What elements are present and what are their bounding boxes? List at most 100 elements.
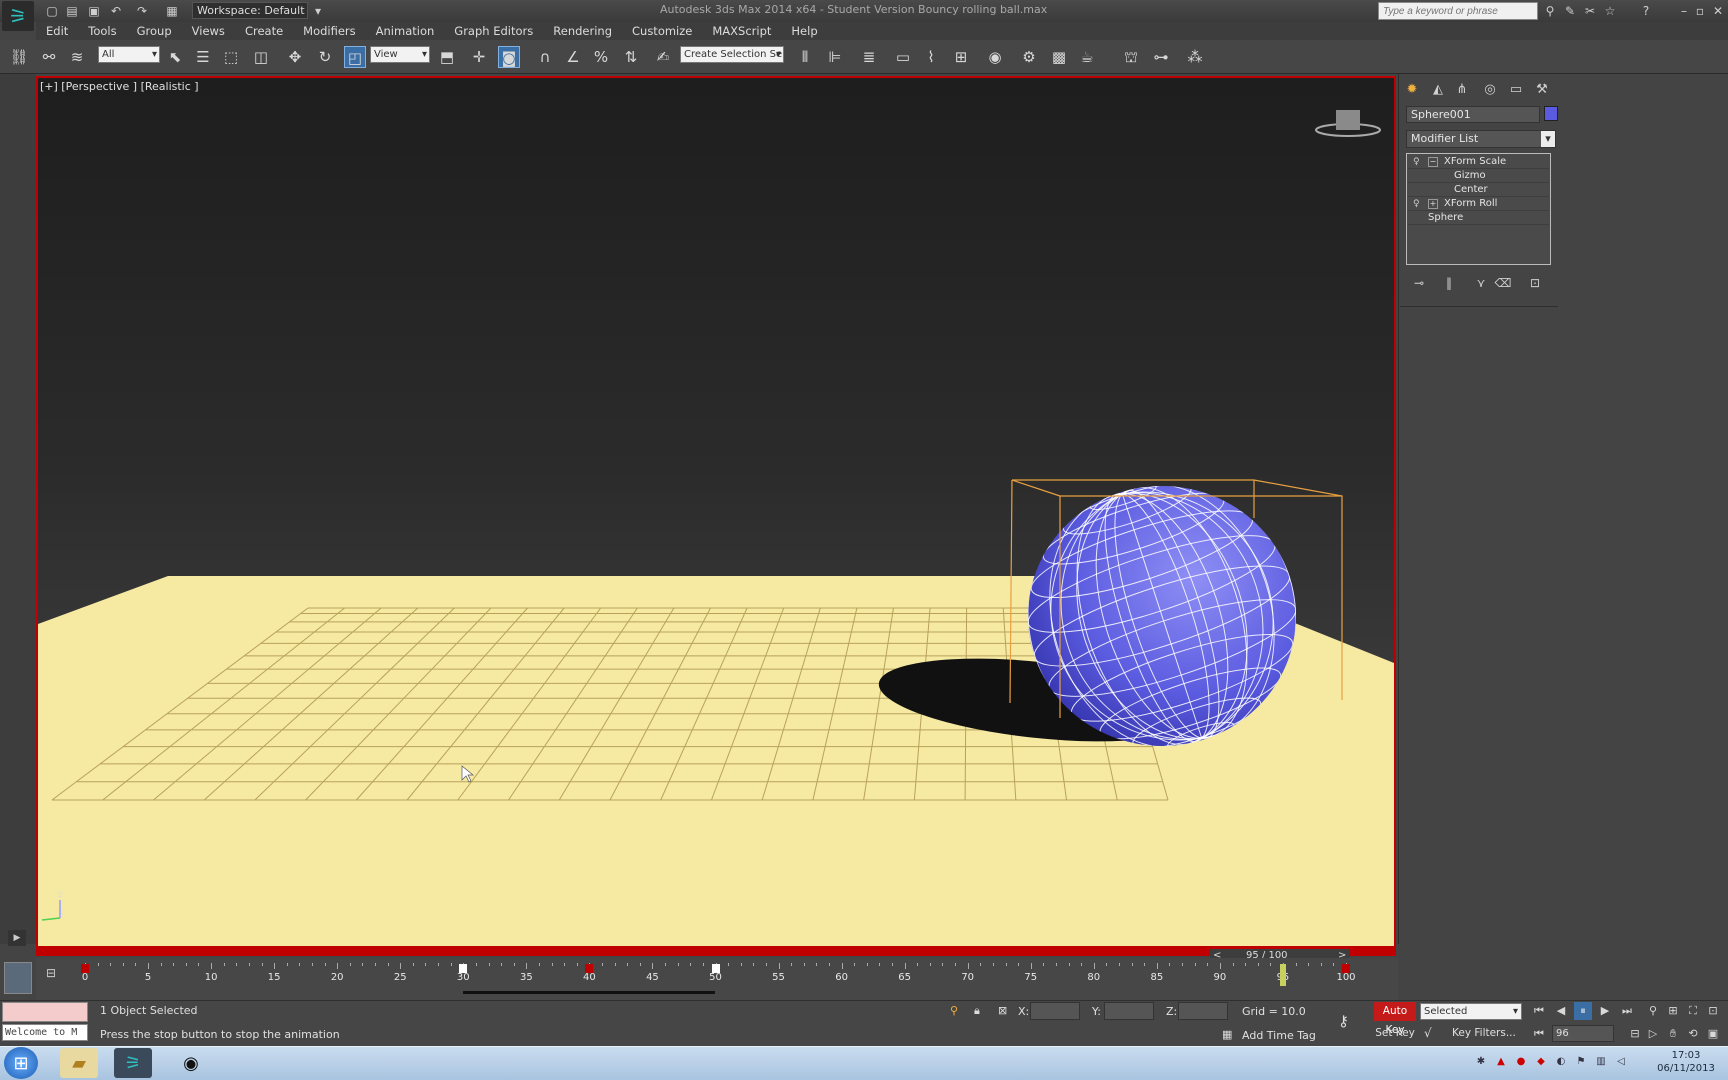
explorer-task-icon[interactable]: ▰ — [60, 1048, 98, 1078]
rendered-frame-window-icon[interactable]: ▩ — [1048, 46, 1070, 68]
modify-tab-icon[interactable]: ◭ — [1428, 80, 1448, 100]
curve-editor-icon[interactable]: ⌇ — [920, 46, 942, 68]
project-folder-icon[interactable]: ▦ — [164, 3, 180, 19]
pin-stack-icon[interactable]: ⊸ — [1410, 275, 1428, 291]
remove-modifier-icon[interactable]: ⌫ — [1494, 275, 1512, 291]
spinner-snap-icon[interactable]: ⇅ — [620, 46, 642, 68]
3dsmax-task-icon[interactable]: ⚞ — [114, 1048, 152, 1078]
chevron-down-icon[interactable]: ▾ — [310, 3, 326, 19]
redo-icon[interactable]: ↷ — [134, 3, 150, 19]
menu-group[interactable]: Group — [127, 22, 182, 40]
open-file-icon[interactable]: ▤ — [64, 3, 80, 19]
hierarchy-tab-icon[interactable]: ⋔ — [1452, 80, 1472, 100]
scene-explorer-icon[interactable]: ⛫ — [1120, 46, 1142, 68]
animation-key[interactable] — [1342, 964, 1350, 973]
auto-key-button[interactable]: Auto Key — [1374, 1002, 1416, 1036]
menu-customize[interactable]: Customize — [622, 22, 702, 40]
align-icon[interactable]: ⊫ — [824, 46, 846, 68]
set-keys-icon[interactable]: ⚷ — [1338, 1012, 1349, 1030]
current-frame-field[interactable]: 96 — [1552, 1025, 1614, 1042]
menu-animation[interactable]: Animation — [366, 22, 445, 40]
render-production-icon[interactable]: ☕ — [1076, 46, 1098, 68]
app-logo-icon[interactable]: ⚞ — [2, 1, 34, 31]
select-manipulate-icon[interactable]: ✛ — [468, 46, 490, 68]
object-name-field[interactable]: Sphere001 — [1406, 106, 1540, 123]
zoom-extents-all-icon[interactable]: ⊡ — [1704, 1002, 1722, 1020]
key-selection-range[interactable] — [463, 991, 716, 994]
selection-filter-dropdown[interactable]: All — [98, 46, 160, 63]
save-icon[interactable]: ▣ — [86, 3, 102, 19]
modifier-list-dropdown[interactable]: Modifier List — [1406, 130, 1556, 148]
viewcube-icon[interactable] — [1315, 110, 1381, 137]
snaps-toggle-icon[interactable]: ∩ — [534, 46, 556, 68]
open-curve-editor-icon[interactable]: ⊟ — [46, 966, 56, 980]
y-coordinate-field[interactable] — [1104, 1002, 1154, 1020]
x-coordinate-field[interactable] — [1030, 1002, 1080, 1020]
ribbon-toggle-icon[interactable]: ⊶ — [1150, 46, 1172, 68]
binoculars-icon[interactable]: ⚲ — [1542, 3, 1558, 19]
graphite-ribbon-icon[interactable]: ▭ — [892, 46, 914, 68]
help-icon[interactable]: ? — [1638, 3, 1654, 19]
menu-edit[interactable]: Edit — [36, 22, 78, 40]
next-frame-button-icon[interactable]: ▶ — [1596, 1002, 1614, 1020]
workspace-dropdown[interactable]: Workspace: Default — [192, 2, 308, 19]
key-filter-selection-dropdown[interactable]: Selected — [1420, 1003, 1522, 1020]
expand-minus-icon[interactable]: − — [1428, 157, 1438, 167]
go-to-end-icon[interactable]: ⏭ — [1618, 1002, 1636, 1020]
tray-acrobat-icon[interactable]: ▲ — [1494, 1055, 1508, 1069]
named-selection-set-dropdown[interactable]: Create Selection Se — [680, 46, 784, 63]
schematic-view-icon[interactable]: ⊞ — [950, 46, 972, 68]
zoom-icon[interactable]: ⚲ — [1644, 1002, 1662, 1020]
play-preview-icon[interactable]: ▶ — [8, 930, 26, 946]
light-bulb-icon[interactable]: ♀ — [1413, 155, 1423, 169]
key-filters-button[interactable]: Key Filters... — [1452, 1027, 1516, 1039]
field-of-view-icon[interactable]: ▷ — [1644, 1025, 1662, 1043]
maxscript-listener-output[interactable]: Welcome to M — [2, 1024, 88, 1041]
link-icon[interactable]: ⛓ — [8, 46, 30, 68]
go-to-start-icon[interactable]: ⏮ — [1530, 1002, 1548, 1020]
restore-icon[interactable]: ▫ — [1692, 3, 1708, 19]
move-icon[interactable]: ✥ — [284, 46, 306, 68]
keyboard-shortcut-override-icon[interactable]: ◙ — [498, 46, 520, 68]
maxscript-listener-input[interactable] — [2, 1002, 88, 1022]
window-crossing-icon[interactable]: ◫ — [250, 46, 272, 68]
stack-item-center[interactable]: Center — [1408, 183, 1549, 197]
previous-frame-icon[interactable]: ◀ — [1552, 1002, 1570, 1020]
select-by-name-icon[interactable]: ☰ — [192, 46, 214, 68]
configure-modifier-sets-icon[interactable]: ⊡ — [1526, 275, 1544, 291]
bind-space-warp-icon[interactable]: ≋ — [66, 46, 88, 68]
z-coordinate-field[interactable] — [1178, 1002, 1228, 1020]
start-button-icon[interactable]: ⊞ — [4, 1047, 38, 1079]
render-setup-icon[interactable]: ⚙ — [1018, 46, 1040, 68]
rectangular-selection-icon[interactable]: ⬚ — [220, 46, 242, 68]
tray-update-icon[interactable]: ✱ — [1474, 1055, 1488, 1069]
perspective-viewport[interactable] — [36, 76, 1396, 948]
set-key-button[interactable]: Set Key — [1374, 1024, 1416, 1043]
zoom-extents-icon[interactable]: ⛶ — [1684, 1002, 1702, 1020]
particle-view-icon[interactable]: ⁂ — [1184, 46, 1206, 68]
menu-views[interactable]: Views — [182, 22, 235, 40]
menu-modifiers[interactable]: Modifiers — [293, 22, 366, 40]
selection-lock-icon[interactable]: 🔒︎ — [974, 1004, 980, 1018]
expand-plus-icon[interactable]: + — [1428, 199, 1438, 209]
tray-network-status-icon[interactable]: ◐ — [1554, 1055, 1568, 1069]
key-mode-toggle-icon[interactable]: ⏮ — [1530, 1025, 1548, 1043]
menu-maxscript[interactable]: MAXScript — [702, 22, 781, 40]
star-icon[interactable]: ☆ — [1602, 3, 1618, 19]
viewport-label[interactable]: [+] [Perspective ] [Realistic ] — [40, 80, 199, 93]
mirror-icon[interactable]: ⫴ — [794, 46, 816, 68]
add-time-tag-button[interactable]: Add Time Tag — [1242, 1029, 1316, 1042]
pivot-center-icon[interactable]: ⬒ — [436, 46, 458, 68]
animation-key[interactable] — [711, 964, 720, 973]
stack-item-sphere[interactable]: Sphere — [1408, 211, 1549, 225]
tray-security-icon[interactable]: ◆ — [1534, 1055, 1548, 1069]
zoom-all-icon[interactable]: ⊞ — [1664, 1002, 1682, 1020]
edit-named-selection-icon[interactable]: ✍ — [652, 46, 674, 68]
obs-task-icon[interactable]: ◉ — [172, 1048, 210, 1078]
animation-key[interactable] — [585, 964, 594, 973]
maximize-viewport-icon[interactable]: ▣ — [1704, 1025, 1722, 1043]
pan-view-icon[interactable]: ✋︎ — [1664, 1025, 1682, 1043]
minimize-icon[interactable]: – — [1676, 3, 1692, 19]
menu-tools[interactable]: Tools — [78, 22, 126, 40]
absolute-mode-icon[interactable]: ⊠ — [998, 1004, 1007, 1017]
